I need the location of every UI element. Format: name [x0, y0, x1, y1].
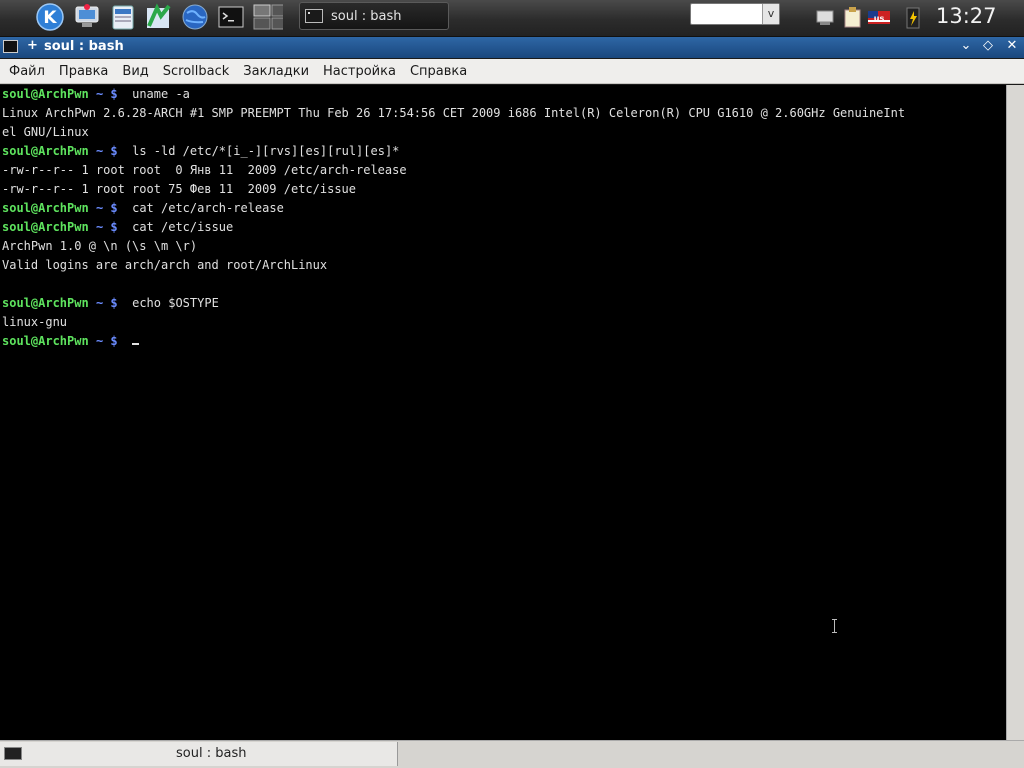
text-cursor — [132, 343, 140, 345]
prompt-symbol: $ — [110, 87, 118, 101]
terminal-output[interactable]: soul@ArchPwn ~ $ uname -a Linux ArchPwn 2… — [0, 85, 1006, 740]
prompt-cwd: ~ — [95, 220, 104, 234]
terminal-command-line: soul@ArchPwn ~ $ ls -ld /etc/*[i_-][rvs]… — [2, 142, 905, 161]
terminal-output-line: -rw-r--r-- 1 root root 75 Фев 11 2009 /e… — [2, 180, 905, 199]
prompt-user-host: soul@ArchPwn — [2, 220, 89, 234]
prompt-cwd: ~ — [95, 144, 104, 158]
terminal-icon — [4, 747, 22, 760]
terminal-command-line: soul@ArchPwn ~ $ echo $OSTYPE — [2, 294, 905, 313]
command-text: uname -a — [132, 87, 190, 101]
terminal-command-line: soul@ArchPwn ~ $ — [2, 332, 905, 351]
taskbar-entry-label: soul : bash — [331, 8, 402, 24]
ibeam-cursor-icon — [832, 619, 838, 633]
command-text: cat /etc/arch-release — [132, 201, 284, 215]
browser-icon[interactable] — [180, 2, 210, 32]
output-text: linux-gnu — [2, 315, 68, 329]
window-title: soul : bash — [44, 39, 124, 54]
file-manager-icon[interactable] — [108, 2, 138, 32]
output-text: el GNU/Linux — [2, 125, 89, 139]
prompt-user-host: soul@ArchPwn — [2, 334, 89, 348]
session-tab-label: soul : bash — [176, 746, 247, 761]
terminal-command-line: soul@ArchPwn ~ $ cat /etc/issue — [2, 218, 905, 237]
menu-settings[interactable]: Настройка — [316, 59, 403, 84]
window-menu-icon[interactable] — [3, 40, 18, 53]
terminal-output-line: ArchPwn 1.0 @ \n (\s \m \r) — [2, 237, 905, 256]
menu-bookmarks[interactable]: Закладки — [236, 59, 316, 84]
menu-help[interactable]: Справка — [403, 59, 474, 84]
klipper-icon[interactable] — [840, 2, 866, 32]
output-text: ArchPwn 1.0 @ \n (\s \m \r) — [2, 239, 198, 253]
terminal-icon — [305, 9, 323, 23]
terminal-command-line: soul@ArchPwn ~ $ uname -a — [2, 85, 905, 104]
command-text: ls -ld /etc/*[i_-][rvs][es][rul][es]* — [132, 144, 400, 158]
scrollbar[interactable] — [1006, 85, 1024, 740]
kde-menu-icon[interactable]: K — [35, 2, 65, 32]
output-text: -rw-r--r-- 1 root root 0 Янв 11 2009 /et… — [2, 163, 407, 177]
maximize-button[interactable]: ◇ — [980, 38, 996, 56]
taskbar-entry-konsole[interactable]: soul : bash — [299, 2, 449, 30]
kate-icon[interactable] — [143, 2, 173, 32]
output-text: Valid logins are arch/arch and root/Arch… — [2, 258, 328, 272]
menu-view[interactable]: Вид — [115, 59, 155, 84]
session-tab[interactable]: soul : bash — [0, 742, 398, 766]
menu-scrollback[interactable]: Scrollback — [156, 59, 237, 84]
menu-file[interactable]: Файл — [2, 59, 52, 84]
chevron-down-icon[interactable]: v — [762, 4, 779, 24]
minimize-button[interactable]: ⌄ — [958, 38, 974, 56]
terminal-output-line: el GNU/Linux — [2, 123, 905, 142]
prompt-user-host: soul@ArchPwn — [2, 201, 89, 215]
konsole-icon[interactable] — [216, 2, 246, 32]
terminal-lines: soul@ArchPwn ~ $ uname -a Linux ArchPwn 2… — [2, 85, 905, 351]
prompt-symbol: $ — [110, 201, 118, 215]
keyboard-layout-icon[interactable]: us — [866, 2, 892, 32]
prompt-cwd: ~ — [95, 87, 104, 101]
terminal-output-line: linux-gnu — [2, 313, 905, 332]
menubar: Файл Правка Вид Scrollback Закладки Наст… — [0, 59, 1024, 84]
prompt-symbol: $ — [110, 334, 118, 348]
session-tabbar: soul : bash — [0, 740, 1024, 768]
clock[interactable]: 13:27 — [936, 4, 997, 28]
network-icon[interactable] — [813, 2, 839, 32]
pager-icon[interactable] — [253, 2, 283, 32]
terminal-output-line: -rw-r--r-- 1 root root 0 Янв 11 2009 /et… — [2, 161, 905, 180]
prompt-symbol: $ — [110, 220, 118, 234]
panel-combobox[interactable]: v — [690, 3, 780, 25]
prompt-cwd: ~ — [95, 201, 104, 215]
prompt-user-host: soul@ArchPwn — [2, 144, 89, 158]
svg-text:us: us — [874, 14, 885, 23]
desktop-icon[interactable] — [72, 2, 102, 32]
pin-icon[interactable]: + — [27, 38, 38, 53]
battery-icon[interactable] — [900, 2, 926, 32]
prompt-cwd: ~ — [95, 296, 104, 310]
terminal-command-line: soul@ArchPwn ~ $ cat /etc/arch-release — [2, 199, 905, 218]
command-text: echo $OSTYPE — [132, 296, 219, 310]
svg-text:K: K — [43, 8, 57, 28]
menu-edit[interactable]: Правка — [52, 59, 115, 84]
prompt-user-host: soul@ArchPwn — [2, 296, 89, 310]
prompt-symbol: $ — [110, 296, 118, 310]
window-titlebar[interactable]: + soul : bash ⌄ ◇ ✕ — [0, 37, 1024, 58]
command-text: cat /etc/issue — [132, 220, 234, 234]
terminal-output-line: Linux ArchPwn 2.6.28-ARCH #1 SMP PREEMPT… — [2, 104, 905, 123]
top-panel: K soul : bash v us 13:27 — [0, 0, 1024, 37]
close-button[interactable]: ✕ — [1004, 38, 1020, 56]
terminal-output-line: Valid logins are arch/arch and root/Arch… — [2, 256, 905, 275]
prompt-user-host: soul@ArchPwn — [2, 87, 89, 101]
output-text: Linux ArchPwn 2.6.28-ARCH #1 SMP PREEMPT… — [2, 106, 906, 120]
output-text: -rw-r--r-- 1 root root 75 Фев 11 2009 /e… — [2, 182, 357, 196]
prompt-cwd: ~ — [95, 334, 104, 348]
prompt-symbol: $ — [110, 144, 118, 158]
